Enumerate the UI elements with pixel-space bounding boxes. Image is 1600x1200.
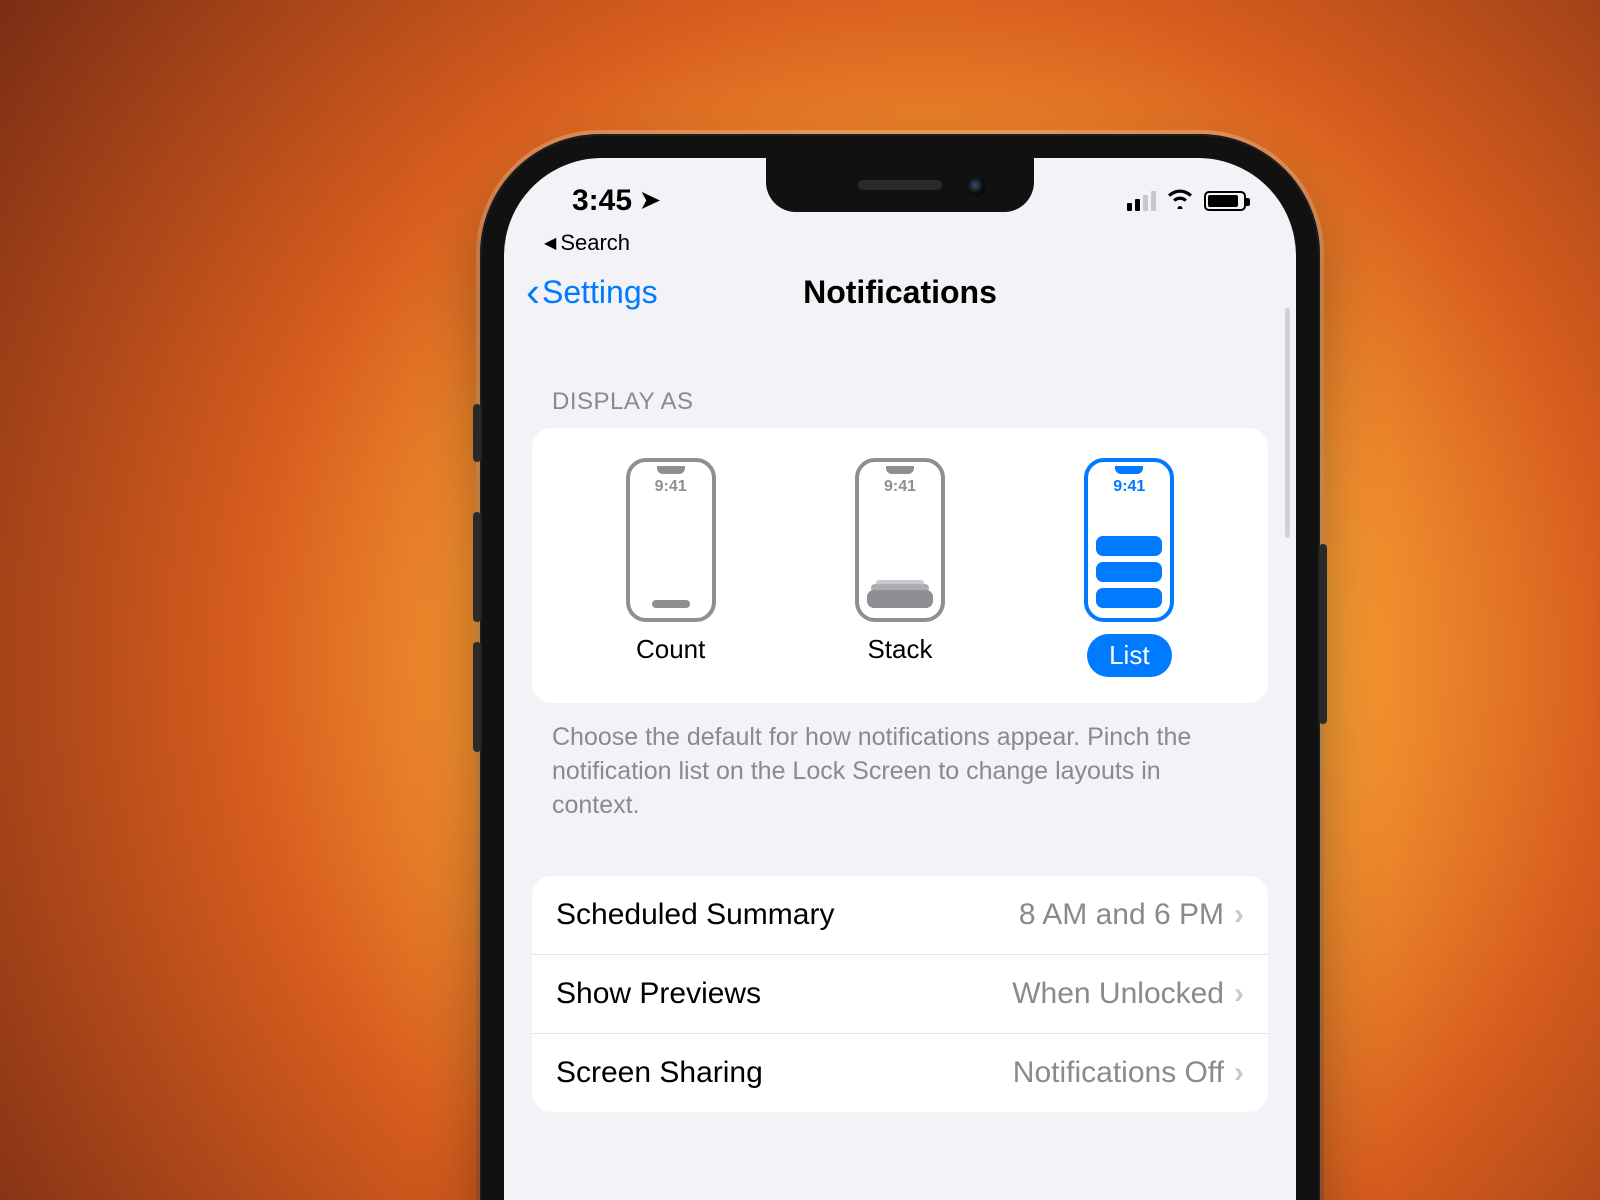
breadcrumb-back-icon: ◀ <box>544 233 556 253</box>
mute-switch <box>473 404 481 462</box>
display-option-stack[interactable]: 9:41 Stack <box>855 458 945 677</box>
option-label: Stack <box>867 634 932 665</box>
row-label: Screen Sharing <box>556 1056 763 1090</box>
breadcrumb-back[interactable]: ◀ Search <box>504 230 1296 260</box>
preview-time: 9:41 <box>1113 478 1145 496</box>
chevron-left-icon: ‹ <box>526 271 540 313</box>
notch <box>766 158 1034 212</box>
row-scheduled-summary[interactable]: Scheduled Summary 8 AM and 6 PM › <box>532 876 1268 955</box>
row-value: 8 AM and 6 PM <box>1019 898 1224 932</box>
back-button[interactable]: ‹ Settings <box>526 271 658 313</box>
row-label: Scheduled Summary <box>556 898 834 932</box>
row-value: Notifications Off <box>1013 1056 1224 1090</box>
power-button <box>1319 544 1327 724</box>
cellular-signal-icon <box>1127 191 1156 211</box>
page-title: Notifications <box>803 274 997 311</box>
screen: 3:45 ➤ ◀ Search ‹ Settings Notific <box>504 158 1296 1200</box>
front-camera <box>968 178 986 196</box>
option-label: List <box>1087 634 1171 677</box>
back-label: Settings <box>542 274 658 311</box>
settings-list: Scheduled Summary 8 AM and 6 PM › Show P… <box>532 876 1268 1112</box>
preview-time: 9:41 <box>655 478 687 496</box>
chevron-right-icon: › <box>1234 977 1244 1011</box>
section-footer-display-as: Choose the default for how notifications… <box>532 703 1268 822</box>
chevron-right-icon: › <box>1234 1056 1244 1090</box>
status-time: 3:45 <box>572 184 632 218</box>
display-option-count[interactable]: 9:41 Count <box>626 458 716 677</box>
section-header-display-as: DISPLAY AS <box>532 324 1268 428</box>
volume-up-button <box>473 512 481 622</box>
wifi-icon <box>1166 187 1194 216</box>
battery-icon <box>1204 191 1246 211</box>
phone-frame: 3:45 ➤ ◀ Search ‹ Settings Notific <box>480 134 1320 1200</box>
row-show-previews[interactable]: Show Previews When Unlocked › <box>532 955 1268 1034</box>
speaker-grille <box>858 180 942 190</box>
chevron-right-icon: › <box>1234 898 1244 932</box>
row-screen-sharing[interactable]: Screen Sharing Notifications Off › <box>532 1034 1268 1112</box>
preview-list-icon: 9:41 <box>1084 458 1174 622</box>
scroll-indicator <box>1285 308 1290 538</box>
option-label: Count <box>636 634 705 665</box>
preview-time: 9:41 <box>884 478 916 496</box>
preview-stack-icon: 9:41 <box>855 458 945 622</box>
preview-count-icon: 9:41 <box>626 458 716 622</box>
volume-down-button <box>473 642 481 752</box>
display-as-card: 9:41 Count 9:41 Stack <box>532 428 1268 703</box>
display-option-list[interactable]: 9:41 List <box>1084 458 1174 677</box>
breadcrumb-label: Search <box>560 230 630 256</box>
location-arrow-icon: ➤ <box>640 186 660 215</box>
row-label: Show Previews <box>556 977 761 1011</box>
row-value: When Unlocked <box>1012 977 1224 1011</box>
nav-bar: ‹ Settings Notifications <box>504 260 1296 324</box>
